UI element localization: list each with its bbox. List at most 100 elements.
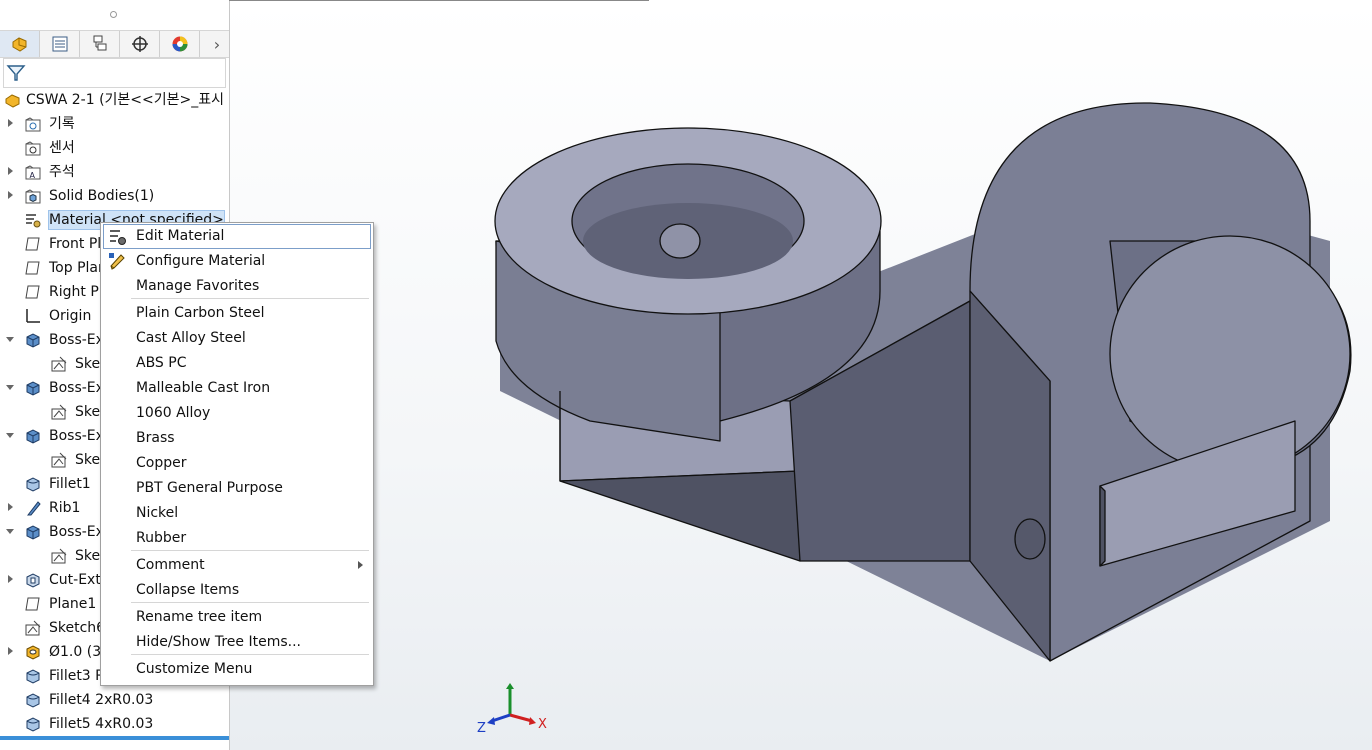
tab-display-manager[interactable] bbox=[160, 31, 200, 57]
fillet-icon bbox=[26, 669, 40, 684]
tree-item-label: Fillet4 2xR0.03 bbox=[49, 692, 154, 708]
menu-item-label: Hide/Show Tree Items... bbox=[136, 634, 301, 650]
menu-item-nickel[interactable]: Nickel bbox=[103, 501, 371, 526]
menu-item-edit-material[interactable]: Edit Material bbox=[103, 224, 371, 249]
svg-text:A: A bbox=[30, 171, 36, 180]
rib-icon bbox=[26, 501, 41, 516]
tree-item[interactable]: 기록 bbox=[0, 112, 229, 136]
menu-item-rename-tree-item[interactable]: Rename tree item bbox=[103, 605, 371, 630]
fillet-icon bbox=[26, 477, 40, 492]
annotations-folder-icon: A bbox=[25, 165, 41, 180]
history-folder-icon bbox=[25, 117, 41, 132]
tree-item[interactable]: Fillet4 2xR0.03 bbox=[0, 688, 229, 712]
fillet-icon bbox=[26, 717, 40, 732]
tab-configuration-manager[interactable] bbox=[80, 31, 120, 57]
tree-item-label: Fillet3 R bbox=[49, 668, 105, 684]
menu-separator bbox=[131, 550, 369, 551]
panel-tab-bar: › bbox=[0, 30, 229, 58]
edit-material-icon bbox=[110, 230, 126, 245]
configure-material-icon bbox=[109, 253, 125, 270]
tree-root-part[interactable]: CSWA 2-1 (기본<<기본>_표시 bbox=[0, 88, 229, 112]
filter-icon bbox=[6, 65, 26, 81]
material-icon bbox=[26, 214, 41, 228]
menu-item-label: Edit Material bbox=[136, 228, 225, 244]
menu-item-rubber[interactable]: Rubber bbox=[103, 526, 371, 551]
menu-separator bbox=[131, 602, 369, 603]
menu-item-comment[interactable]: Comment bbox=[103, 553, 371, 578]
tree-filter[interactable] bbox=[3, 58, 226, 88]
expand-caret-icon[interactable] bbox=[8, 191, 13, 199]
menu-item-cast-alloy-steel[interactable]: Cast Alloy Steel bbox=[103, 326, 371, 351]
panel-grip[interactable] bbox=[0, 0, 229, 30]
menu-separator bbox=[131, 298, 369, 299]
expand-caret-icon[interactable] bbox=[8, 119, 13, 127]
expand-caret-icon[interactable] bbox=[8, 167, 13, 175]
menu-item-customize-menu[interactable]: Customize Menu bbox=[103, 657, 371, 682]
grip-dot bbox=[110, 11, 117, 18]
expand-caret-icon[interactable] bbox=[6, 385, 14, 390]
tree-item[interactable]: Fillet5 4xR0.03 bbox=[0, 712, 229, 736]
plane-icon bbox=[25, 237, 40, 251]
boss-extrude-icon bbox=[26, 525, 40, 540]
menu-item-manage-favorites[interactable]: Manage Favorites bbox=[103, 274, 371, 299]
tree-item[interactable]: 센서 bbox=[0, 136, 229, 160]
menu-item-hide-show-tree-items[interactable]: Hide/Show Tree Items... bbox=[103, 630, 371, 655]
menu-item-plain-carbon-steel[interactable]: Plain Carbon Steel bbox=[103, 301, 371, 326]
menu-item-pbt-general-purpose[interactable]: PBT General Purpose bbox=[103, 476, 371, 501]
crosshair-icon bbox=[131, 36, 148, 52]
tab-more-chevron-icon[interactable]: › bbox=[206, 31, 228, 57]
menu-item-malleable-cast-iron[interactable]: Malleable Cast Iron bbox=[103, 376, 371, 401]
z-axis-label: Z bbox=[477, 721, 486, 736]
menu-item-label: Nickel bbox=[136, 505, 179, 521]
tree-item[interactable]: A 주석 bbox=[0, 160, 229, 184]
configuration-manager-icon bbox=[93, 35, 106, 51]
menu-item-label: Cast Alloy Steel bbox=[136, 330, 246, 346]
menu-item-brass[interactable]: Brass bbox=[103, 426, 371, 451]
solid-bodies-folder-icon bbox=[25, 189, 41, 204]
menu-item-abs-pc[interactable]: ABS PC bbox=[103, 351, 371, 376]
tree-item-label: Plane1 bbox=[49, 596, 97, 612]
tab-feature-manager[interactable] bbox=[0, 31, 40, 57]
boss-extrude-icon bbox=[26, 429, 40, 444]
menu-item-label: Brass bbox=[136, 430, 175, 446]
menu-item-copper[interactable]: Copper bbox=[103, 451, 371, 476]
cut-extrude-icon bbox=[26, 573, 40, 588]
menu-item-configure-material[interactable]: Configure Material bbox=[103, 249, 371, 274]
sensors-folder-icon bbox=[25, 141, 41, 156]
tree-item-label: Fillet5 4xR0.03 bbox=[49, 716, 154, 732]
menu-item-label: Malleable Cast Iron bbox=[136, 380, 271, 396]
sketch-icon bbox=[25, 620, 41, 636]
tab-dimxpert-manager[interactable] bbox=[120, 31, 160, 57]
menu-item-label: ABS PC bbox=[136, 355, 187, 371]
menu-item-label: Rubber bbox=[136, 530, 187, 546]
tab-property-manager[interactable] bbox=[40, 31, 80, 57]
origin-icon bbox=[26, 309, 40, 323]
menu-separator bbox=[131, 654, 369, 655]
property-manager-icon bbox=[52, 36, 67, 52]
material-context-menu: Edit Material Configure Material Manage Fa… bbox=[100, 222, 374, 686]
expand-caret-icon[interactable] bbox=[6, 433, 14, 438]
tree-item[interactable]: Solid Bodies(1) bbox=[0, 184, 229, 208]
expand-caret-icon[interactable] bbox=[6, 529, 14, 534]
menu-item-1060-alloy[interactable]: 1060 Alloy bbox=[103, 401, 371, 426]
expand-caret-icon[interactable] bbox=[6, 337, 14, 342]
expand-caret-icon[interactable] bbox=[8, 647, 13, 655]
tree-item-label: Sketch6 bbox=[49, 620, 106, 636]
expand-caret-icon[interactable] bbox=[8, 575, 13, 583]
panel-scrollbar[interactable] bbox=[0, 736, 229, 740]
sketch-icon bbox=[51, 356, 67, 372]
menu-item-collapse-items[interactable]: Collapse Items bbox=[103, 578, 371, 603]
tree-item-label: Solid Bodies(1) bbox=[49, 188, 155, 204]
expand-caret-icon[interactable] bbox=[8, 503, 13, 511]
menu-item-label: Copper bbox=[136, 455, 187, 471]
tree-item-label: 기록 bbox=[49, 116, 75, 132]
fillet-icon bbox=[26, 693, 40, 708]
tree-root-label: CSWA 2-1 (기본<<기본>_표시 bbox=[26, 92, 225, 108]
tree-item-label: 센서 bbox=[49, 140, 75, 156]
graphics-viewport[interactable]: X Z bbox=[230, 1, 1372, 750]
part-model[interactable] bbox=[490, 91, 1370, 691]
x-axis-label: X bbox=[538, 717, 547, 732]
menu-item-label: 1060 Alloy bbox=[136, 405, 211, 421]
reference-triad: X Z bbox=[474, 681, 554, 741]
plane-icon bbox=[25, 285, 40, 299]
